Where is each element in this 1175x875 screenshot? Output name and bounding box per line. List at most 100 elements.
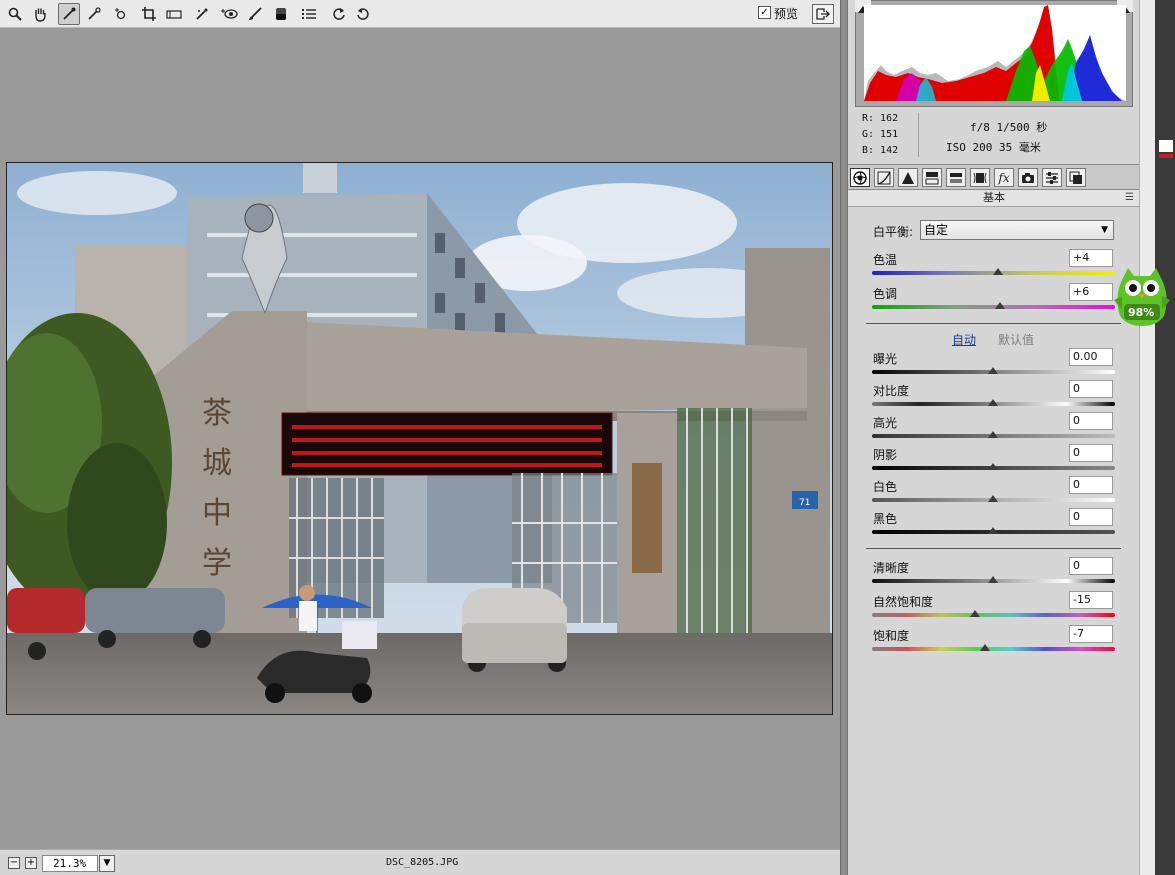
crop-tool[interactable] bbox=[138, 3, 160, 25]
histogram-graph bbox=[864, 5, 1126, 101]
graduated-filter-tool[interactable] bbox=[270, 3, 292, 25]
panel-menu-icon[interactable]: ☰ bbox=[1125, 190, 1134, 206]
red-readout: R: 162 bbox=[862, 113, 899, 124]
presets-tab[interactable] bbox=[1042, 168, 1062, 187]
adjustment-brush-tool[interactable] bbox=[244, 3, 266, 25]
school-gate-photo: 茶 城 中 学 71 bbox=[7, 163, 832, 714]
owl-speed-widget[interactable]: 98% bbox=[1112, 266, 1172, 328]
blacks-input[interactable]: 0 bbox=[1069, 508, 1113, 526]
fullscreen-button[interactable] bbox=[812, 4, 834, 24]
histogram bbox=[855, 0, 1133, 107]
camera-calibration-tab[interactable] bbox=[1018, 168, 1038, 187]
white-balance-tool[interactable] bbox=[58, 3, 80, 25]
vibrance-label: 自然饱和度 bbox=[873, 595, 934, 609]
whites-thumb[interactable] bbox=[988, 495, 998, 502]
saturation-label: 饱和度 bbox=[873, 629, 910, 643]
zoom-tool[interactable] bbox=[4, 3, 26, 25]
green-readout: G: 151 bbox=[862, 129, 899, 140]
targeted-adjustment-tool[interactable] bbox=[110, 3, 132, 25]
effects-tab[interactable]: fx bbox=[994, 168, 1014, 187]
hand-tool[interactable] bbox=[29, 3, 51, 25]
temperature-input[interactable]: +4 bbox=[1069, 249, 1113, 267]
panel-divider[interactable] bbox=[840, 0, 847, 875]
clarity-input[interactable]: 0 bbox=[1069, 557, 1113, 575]
saturation-input[interactable]: -7 bbox=[1069, 625, 1113, 643]
info-readout: R: 162 G: 151 B: 142 f/8 1/500 秒 ISO 200… bbox=[848, 109, 1140, 163]
default-tone-link[interactable]: 默认值 bbox=[998, 331, 1034, 348]
filename: DSC_8205.JPG bbox=[386, 857, 459, 868]
exposure-thumb[interactable] bbox=[988, 367, 998, 374]
camera-raw-window: ✓ 预览 茶 城 中 学 71 − + 21.3% ▼ DSC_8205.JPG… bbox=[0, 0, 1175, 875]
rotate-right-tool[interactable] bbox=[352, 3, 374, 25]
tint-label: 色调 bbox=[873, 287, 898, 301]
auto-tone-link[interactable]: 自动 bbox=[952, 331, 976, 348]
panel-scrollbar[interactable] bbox=[1139, 0, 1155, 875]
tint-slider[interactable] bbox=[872, 305, 1115, 309]
divider bbox=[866, 548, 1121, 549]
plate-number: 71 bbox=[799, 498, 810, 508]
tone-curve-tab[interactable] bbox=[874, 168, 894, 187]
strip-marker-red bbox=[1159, 154, 1173, 158]
side-strip bbox=[1139, 0, 1175, 875]
preview-checkbox[interactable]: ✓ bbox=[758, 6, 771, 19]
exposure-input[interactable]: 0.00 bbox=[1069, 348, 1113, 366]
tint-input[interactable]: +6 bbox=[1069, 283, 1113, 301]
panel-tabs: fx bbox=[848, 164, 1140, 190]
saturation-thumb[interactable] bbox=[980, 644, 990, 651]
vibrance-slider[interactable] bbox=[872, 613, 1115, 617]
blacks-thumb[interactable] bbox=[988, 527, 998, 534]
detail-tab[interactable] bbox=[898, 168, 918, 187]
divider bbox=[866, 323, 1121, 324]
color-sampler-tool[interactable] bbox=[83, 3, 105, 25]
whites-input[interactable]: 0 bbox=[1069, 476, 1113, 494]
hsl-tab[interactable] bbox=[922, 168, 942, 187]
white-balance-value: 自定 bbox=[924, 223, 949, 237]
whites-label: 白色 bbox=[873, 480, 898, 494]
vibrance-input[interactable]: -15 bbox=[1069, 591, 1113, 609]
spot-removal-tool[interactable] bbox=[191, 3, 213, 25]
preferences-tool[interactable] bbox=[298, 3, 320, 25]
shadows-label: 阴影 bbox=[873, 448, 898, 462]
zoom-level-field[interactable]: 21.3% bbox=[42, 855, 98, 872]
highlights-label: 高光 bbox=[873, 416, 898, 430]
owl-percent: 98% bbox=[1128, 306, 1155, 319]
split-toning-tab[interactable] bbox=[946, 168, 966, 187]
blacks-label: 黑色 bbox=[873, 512, 898, 526]
strip-marker bbox=[1159, 140, 1173, 152]
white-balance-label: 白平衡: bbox=[873, 225, 914, 239]
gate-char-3: 中 bbox=[202, 496, 232, 531]
saturation-slider[interactable] bbox=[872, 647, 1115, 651]
highlights-input[interactable]: 0 bbox=[1069, 412, 1113, 430]
image-canvas[interactable]: 茶 城 中 学 71 bbox=[0, 29, 840, 849]
toolbar: ✓ 预览 bbox=[0, 0, 840, 28]
contrast-label: 对比度 bbox=[873, 384, 910, 398]
aperture-shutter-readout: f/8 1/500 秒 bbox=[970, 121, 1048, 134]
shadows-input[interactable]: 0 bbox=[1069, 444, 1113, 462]
gate-char-2: 城 bbox=[202, 446, 232, 481]
blue-readout: B: 142 bbox=[862, 145, 899, 156]
section-title: 基本 bbox=[983, 191, 1005, 204]
rotate-left-tool[interactable] bbox=[328, 3, 350, 25]
gate-char-4: 学 bbox=[202, 546, 232, 581]
shadows-thumb[interactable] bbox=[988, 463, 998, 470]
snapshots-tab[interactable] bbox=[1066, 168, 1086, 187]
photo-preview[interactable]: 茶 城 中 学 71 bbox=[6, 162, 833, 715]
white-balance-select[interactable]: 自定 ▼ bbox=[920, 220, 1114, 240]
straighten-tool[interactable] bbox=[163, 3, 185, 25]
zoom-dropdown-button[interactable]: ▼ bbox=[99, 855, 115, 872]
vibrance-thumb[interactable] bbox=[970, 610, 980, 617]
red-eye-tool[interactable] bbox=[218, 3, 240, 25]
highlights-thumb[interactable] bbox=[988, 431, 998, 438]
gate-char-1: 茶 bbox=[202, 396, 232, 431]
basic-tab[interactable] bbox=[850, 168, 870, 187]
info-divider bbox=[918, 113, 919, 157]
contrast-thumb[interactable] bbox=[988, 399, 998, 406]
contrast-input[interactable]: 0 bbox=[1069, 380, 1113, 398]
tint-thumb[interactable] bbox=[995, 302, 1005, 309]
status-bar: − + 21.3% ▼ DSC_8205.JPG bbox=[0, 849, 840, 875]
zoom-out-button[interactable]: − bbox=[8, 857, 20, 869]
clarity-thumb[interactable] bbox=[988, 576, 998, 583]
temperature-thumb[interactable] bbox=[993, 268, 1003, 275]
lens-corrections-tab[interactable] bbox=[970, 168, 990, 187]
zoom-in-button[interactable]: + bbox=[25, 857, 37, 869]
